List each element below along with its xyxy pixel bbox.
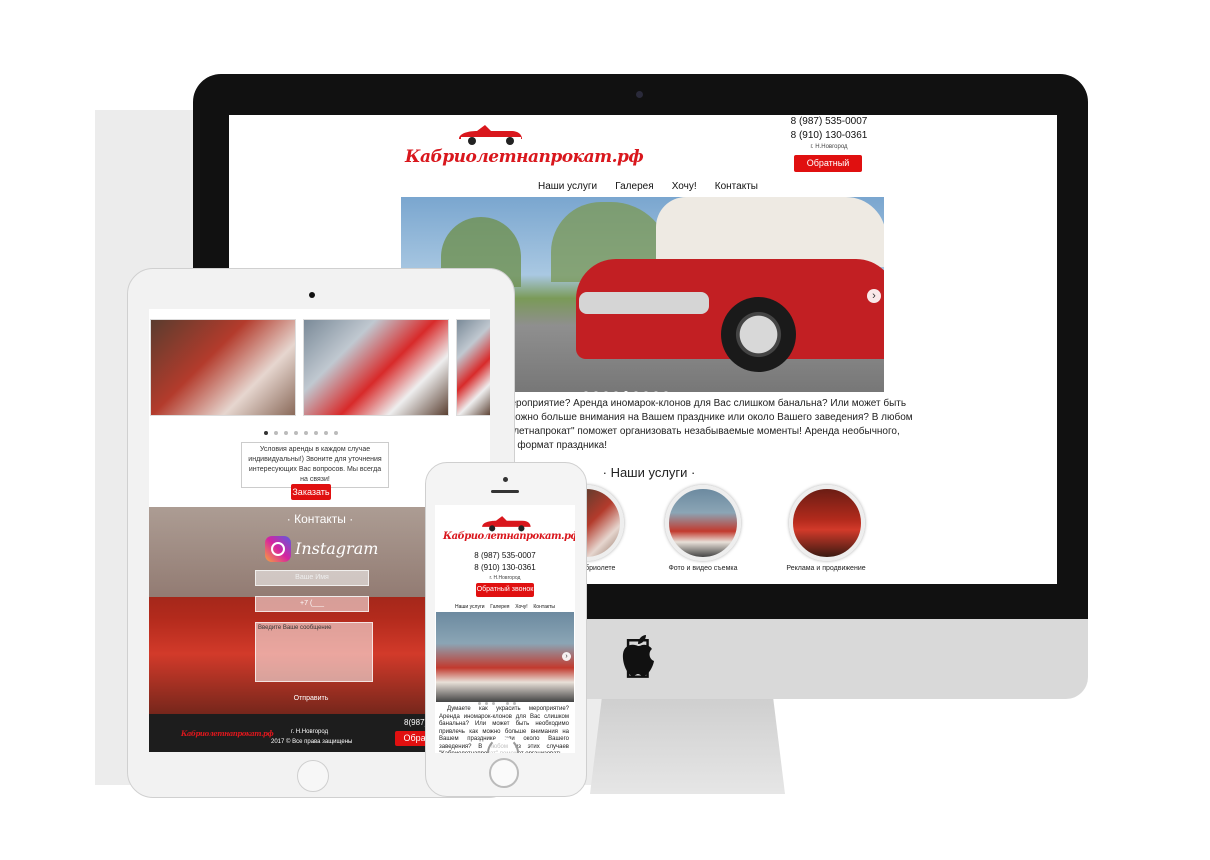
nav-item-want[interactable]: Хочу!	[672, 181, 697, 192]
chevron-right-icon[interactable]: ›	[867, 289, 881, 303]
car-logo-icon	[459, 125, 522, 145]
instagram-icon[interactable]	[265, 536, 291, 562]
chevron-right-icon[interactable]: ›	[562, 652, 571, 661]
intro-line: как можно больше внимания на Вашем празд…	[491, 412, 913, 423]
nav-item-contacts[interactable]: Контакты	[715, 181, 758, 192]
slider-dots	[581, 382, 671, 392]
phone-1[interactable]: 8 (987) 535-0007	[769, 115, 889, 129]
gallery-dot[interactable]	[284, 431, 288, 435]
nav-item-want[interactable]: Хочу!	[515, 604, 527, 610]
car-wheel	[721, 297, 796, 372]
intro-line: бриолетнапрокат" поможет организовать не…	[491, 426, 900, 437]
nav-item-services[interactable]: Наши услуги	[455, 604, 485, 610]
services-title: · Наши услуги ·	[602, 465, 696, 480]
gallery-image[interactable]	[150, 319, 296, 416]
footer-city: г. Н.Новгород	[291, 729, 329, 735]
nav-item-gallery[interactable]: Галерея	[615, 181, 653, 192]
iphone-speaker	[491, 490, 519, 493]
gallery-dot[interactable]	[324, 431, 328, 435]
ipad-home-button	[297, 760, 329, 792]
gallery-dots	[261, 422, 341, 440]
rental-note: Условия аренды в каждом случае индивидуа…	[241, 442, 389, 488]
hero-slider[interactable]: ›	[436, 612, 574, 705]
gallery-dot[interactable]	[294, 431, 298, 435]
phone-1[interactable]: 8 (987) 535-0007	[435, 551, 575, 560]
intro-line: ть мероприятие? Аренда иномарок-клонов д…	[491, 398, 907, 409]
intro-line: овый формат праздника!	[491, 440, 608, 451]
slider-dot[interactable]	[634, 391, 638, 392]
gallery-dot[interactable]	[314, 431, 318, 435]
slider-dot[interactable]	[604, 391, 608, 392]
phone-2[interactable]: 8 (910) 130-0361	[435, 563, 575, 572]
slider-dot[interactable]	[664, 391, 668, 392]
gallery-dot[interactable]	[274, 431, 278, 435]
car-logo-icon	[482, 516, 531, 532]
slider-dot-active[interactable]	[624, 391, 628, 392]
callback-button[interactable]: Обратный звонок	[794, 155, 862, 185]
message-input[interactable]: Введите Ваше сообщение	[255, 622, 373, 682]
name-input[interactable]: Ваше Имя	[255, 570, 369, 586]
car-roof	[656, 197, 884, 267]
nav-item-services[interactable]: Наши услуги	[538, 181, 597, 192]
apple-logo-icon	[622, 635, 654, 676]
slider-dot[interactable]	[506, 702, 509, 705]
service-image[interactable]	[665, 485, 741, 561]
slider-dot[interactable]	[594, 391, 598, 392]
phone-2[interactable]: 8 (910) 130-0361	[769, 129, 889, 143]
iphone-camera	[503, 477, 508, 482]
slider-dot[interactable]	[584, 391, 588, 392]
phone-site: Кабриолетнапрокат.рф 8 (987) 535-0007 8 …	[435, 505, 575, 753]
callback-button[interactable]: Обратный звонок	[476, 583, 534, 597]
logo-text: Кабриолетнапрокат.рф	[405, 147, 644, 167]
logo-text[interactable]: Кабриолетнапрокат.рф	[443, 531, 575, 542]
intro-text: ть мероприятие? Аренда иномарок-клонов д…	[491, 397, 913, 453]
car-grille	[579, 292, 709, 314]
gallery-image[interactable]	[303, 319, 449, 416]
nav-item-contacts[interactable]: Контакты	[533, 604, 555, 610]
instagram-label[interactable]: Instagram	[295, 539, 378, 558]
imac-stand	[590, 699, 785, 794]
gallery-image[interactable]	[456, 319, 490, 416]
iphone-home-button	[489, 758, 519, 788]
main-nav: Наши услуги Галерея Хочу! Контакты	[455, 604, 555, 610]
slider-dot[interactable]	[654, 391, 658, 392]
imac-camera	[636, 91, 643, 98]
slider-dot[interactable]	[478, 702, 481, 705]
footer-logo[interactable]: Кабриолетнапрокат.рф	[181, 729, 274, 738]
city-label: г. Н.Новгород	[489, 575, 521, 581]
phone-input[interactable]: +7 (___	[255, 596, 369, 612]
gallery-dot[interactable]	[334, 431, 338, 435]
city-label: г. Н.Новгород	[810, 144, 848, 150]
nav-item-gallery[interactable]: Галерея	[490, 604, 509, 610]
order-button[interactable]: Заказать	[291, 484, 331, 500]
slider-dot-active[interactable]	[499, 702, 502, 705]
slider-dot[interactable]	[492, 702, 495, 705]
service-image[interactable]	[789, 485, 865, 561]
service-label[interactable]: Реклама и продвижение	[771, 565, 881, 572]
slider-dot[interactable]	[614, 391, 618, 392]
footer-copyright: 2017 © Все права защищены	[271, 739, 353, 745]
gallery-dot[interactable]	[304, 431, 308, 435]
service-label[interactable]: Фото и видео съемка	[649, 565, 757, 572]
send-button[interactable]: Отправить	[285, 692, 337, 706]
slider-dot[interactable]	[485, 702, 488, 705]
slider-dot[interactable]	[644, 391, 648, 392]
main-nav: Наши услуги Галерея Хочу! Контакты	[538, 181, 758, 192]
ipad-camera	[309, 292, 315, 298]
slider-dot[interactable]	[513, 702, 516, 705]
gallery-dot-active[interactable]	[264, 431, 268, 435]
contacts-title: · Контакты ·	[286, 512, 354, 526]
site-logo[interactable]: Кабриолетнапрокат.рф	[405, 121, 644, 171]
